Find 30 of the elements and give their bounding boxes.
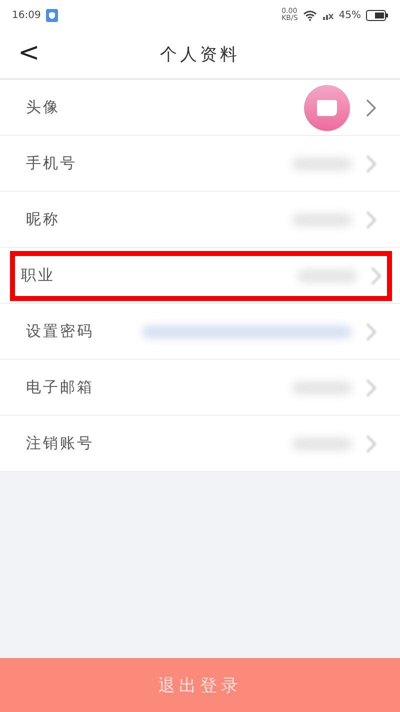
row-label: 头像 [26, 98, 61, 117]
chevron-icon [371, 266, 381, 284]
row-label: 电子邮箱 [26, 378, 95, 397]
battery-icon [366, 10, 388, 20]
row-label: 手机号 [26, 154, 78, 173]
chevron-icon [366, 378, 376, 396]
chevron-icon [366, 434, 376, 452]
row-label: 注销账号 [26, 434, 95, 453]
page-title: 个人资料 [160, 44, 240, 66]
wifi-icon [302, 10, 317, 20]
shield-icon [46, 8, 58, 22]
status-time: 16:09 [12, 10, 41, 20]
row-label: 昵称 [26, 210, 61, 229]
settings-row[interactable]: 注销账号 [0, 416, 400, 472]
chevron-icon [366, 98, 376, 116]
chevron-icon [366, 322, 376, 340]
settings-row[interactable]: 手机号 [0, 136, 400, 192]
avatar[interactable] [304, 84, 350, 130]
back-button[interactable]: < [14, 38, 44, 68]
settings-row[interactable]: 职业 [0, 248, 400, 304]
chevron-icon [366, 154, 376, 172]
row-label: 职业 [21, 266, 56, 285]
battery-percent: 45% [338, 10, 361, 20]
settings-row[interactable]: 设置密码 [0, 304, 400, 360]
face-icon [316, 98, 338, 116]
row-label: 设置密码 [26, 322, 95, 341]
settings-row[interactable]: 头像 [0, 80, 400, 136]
chevron-icon [366, 210, 376, 228]
settings-row[interactable]: 电子邮箱 [0, 360, 400, 416]
settings-row[interactable]: 昵称 [0, 192, 400, 248]
